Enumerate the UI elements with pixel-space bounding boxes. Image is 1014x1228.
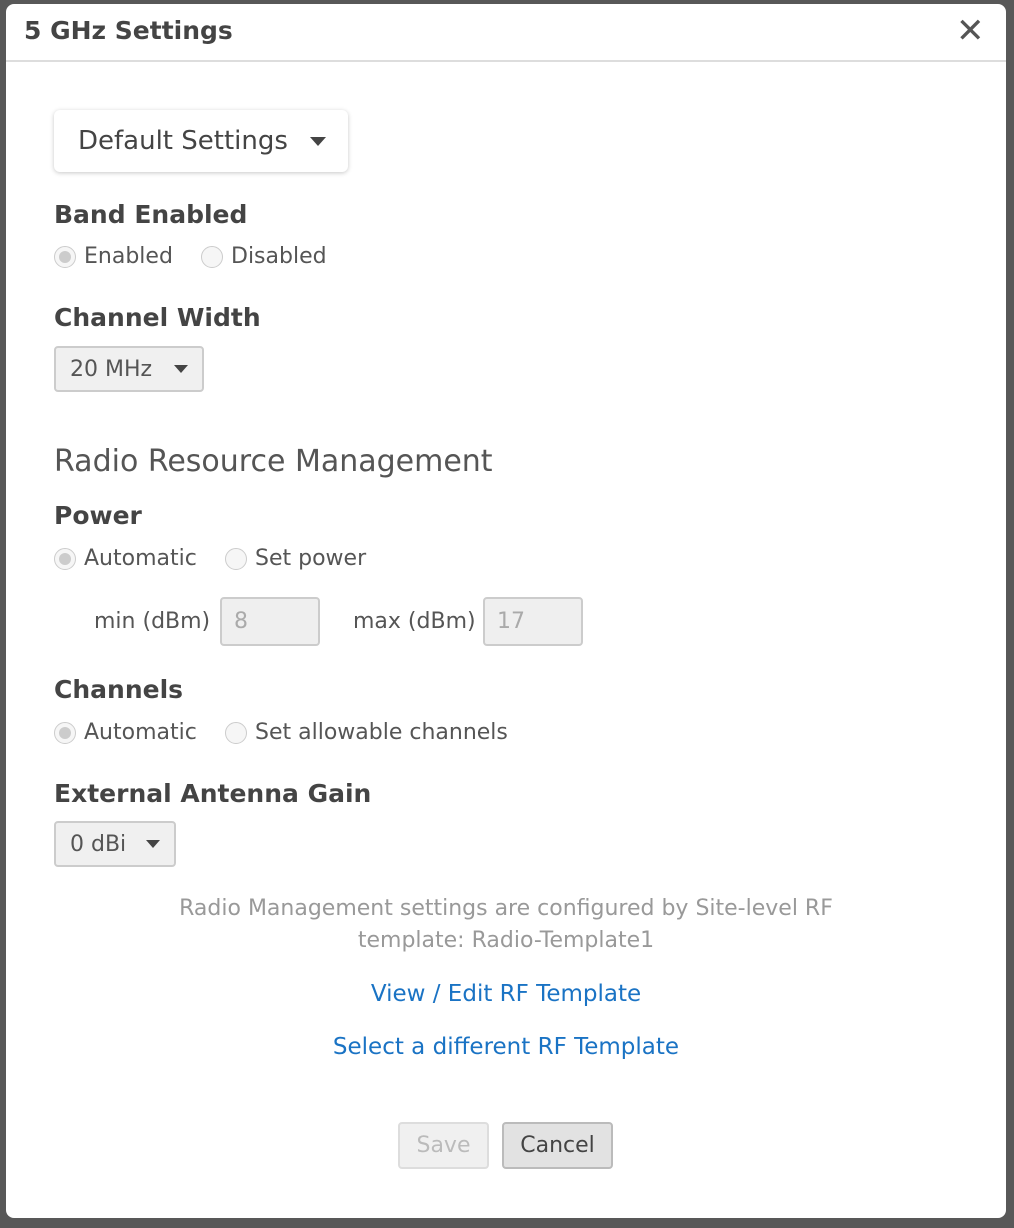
radio-channels-set[interactable]: Set allowable channels bbox=[225, 720, 508, 745]
radio-selected-icon bbox=[54, 245, 76, 268]
antenna-gain-heading: External Antenna Gain bbox=[54, 779, 372, 808]
radio-band-enabled[interactable]: Enabled bbox=[54, 244, 173, 269]
header-divider bbox=[6, 60, 1006, 62]
view-edit-rf-template-link[interactable]: View / Edit RF Template bbox=[6, 981, 1006, 1007]
band-enabled-heading: Band Enabled bbox=[54, 200, 248, 229]
preset-value: Default Settings bbox=[78, 126, 288, 156]
radio-selected-icon bbox=[54, 721, 76, 744]
note-line: template: Radio-Template1 bbox=[357, 928, 655, 953]
save-button[interactable]: Save bbox=[398, 1122, 489, 1169]
radio-channels-automatic[interactable]: Automatic bbox=[54, 720, 197, 745]
power-heading: Power bbox=[54, 501, 142, 530]
radio-power-automatic[interactable]: Automatic bbox=[54, 546, 197, 571]
radio-unselected-icon bbox=[201, 245, 223, 268]
radio-label: Set power bbox=[255, 546, 367, 571]
cancel-button[interactable]: Cancel bbox=[502, 1122, 613, 1169]
chevron-down-icon bbox=[309, 136, 326, 146]
radio-label: Set allowable channels bbox=[255, 720, 508, 745]
radio-band-disabled[interactable]: Disabled bbox=[201, 244, 327, 269]
settings-dialog: 5 GHz Settings ✕ Default Settings Band E… bbox=[6, 4, 1006, 1218]
max-power-input[interactable]: 17 bbox=[483, 597, 583, 646]
channel-width-select[interactable]: 20 MHz bbox=[54, 346, 204, 392]
channel-width-heading: Channel Width bbox=[54, 303, 261, 332]
channels-heading: Channels bbox=[54, 675, 184, 704]
radio-label: Disabled bbox=[231, 244, 327, 269]
antenna-gain-select[interactable]: 0 dBi bbox=[54, 821, 176, 867]
rf-template-note: Radio Management settings are configured… bbox=[6, 893, 1006, 957]
radio-power-set[interactable]: Set power bbox=[225, 546, 366, 571]
radio-label: Automatic bbox=[84, 720, 197, 745]
rrm-heading: Radio Resource Management bbox=[54, 444, 493, 479]
chevron-down-icon bbox=[146, 840, 160, 848]
preset-dropdown[interactable]: Default Settings bbox=[54, 110, 348, 172]
note-line: Radio Management settings are configured… bbox=[179, 896, 833, 921]
radio-label: Enabled bbox=[84, 244, 173, 269]
select-different-rf-template-link[interactable]: Select a different RF Template bbox=[6, 1034, 1006, 1060]
antenna-gain-value: 0 dBi bbox=[70, 831, 127, 857]
radio-unselected-icon bbox=[225, 547, 247, 570]
min-power-label: min (dBm) bbox=[94, 609, 211, 634]
channel-width-value: 20 MHz bbox=[70, 356, 153, 382]
radio-unselected-icon bbox=[225, 721, 247, 744]
close-icon[interactable]: ✕ bbox=[956, 14, 985, 48]
chevron-down-icon bbox=[174, 365, 188, 373]
min-power-input[interactable]: 8 bbox=[220, 597, 320, 646]
radio-selected-icon bbox=[54, 547, 76, 570]
dialog-title: 5 GHz Settings bbox=[24, 16, 233, 45]
max-power-label: max (dBm) bbox=[353, 609, 476, 634]
radio-label: Automatic bbox=[84, 546, 197, 571]
